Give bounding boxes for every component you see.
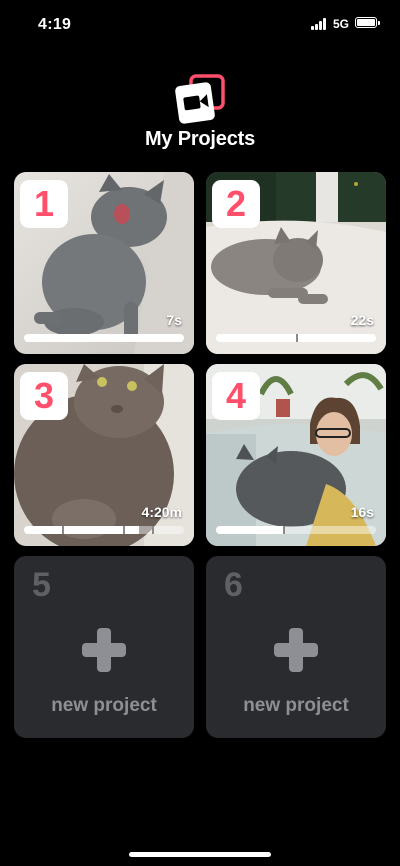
project-number-badge: 4 (212, 372, 260, 420)
project-number: 5 (32, 566, 51, 604)
status-bar: 4:19 5G (0, 0, 400, 48)
progress-fill (24, 526, 140, 534)
project-duration: 4:20m (141, 504, 182, 520)
status-time: 4:19 (38, 16, 72, 33)
project-number-badge: 2 (212, 180, 260, 228)
progress-segment-marker (62, 526, 65, 534)
progress-fill (24, 334, 184, 342)
project-progress-bar (24, 526, 184, 534)
project-number-badge: 1 (20, 180, 68, 228)
project-card-2[interactable]: 2 22s (206, 172, 386, 354)
project-progress-bar (216, 334, 376, 342)
project-duration: 22s (350, 312, 374, 328)
network-label: 5G (333, 17, 350, 31)
project-progress-bar (216, 526, 376, 534)
project-progress-bar (24, 334, 184, 342)
progress-segment-marker (296, 334, 298, 342)
project-duration: 16s (350, 504, 374, 520)
progress-fill (216, 526, 284, 534)
project-card-1[interactable]: 1 7s (14, 172, 194, 354)
plus-icon (82, 628, 126, 672)
new-project-card-6[interactable]: 6 new project (206, 556, 386, 738)
project-duration: 7s (166, 312, 182, 328)
progress-segment-marker (283, 526, 286, 534)
page-title: My Projects (144, 128, 256, 150)
project-number: 6 (224, 566, 243, 604)
signal-icon (311, 18, 329, 30)
project-number-badge: 3 (20, 372, 68, 420)
new-project-card-5[interactable]: 5 new project (14, 556, 194, 738)
new-project-label: new project (51, 695, 157, 716)
project-card-4[interactable]: 4 16s (206, 364, 386, 546)
project-card-3[interactable]: 3 4:20m (14, 364, 194, 546)
plus-icon (274, 628, 318, 672)
progress-segment-marker (123, 526, 126, 534)
new-project-label: new project (243, 695, 349, 716)
progress-segment-marker (152, 526, 154, 534)
video-camera-icon (175, 74, 225, 124)
home-indicator[interactable] (129, 852, 271, 857)
battery-icon (355, 17, 380, 28)
